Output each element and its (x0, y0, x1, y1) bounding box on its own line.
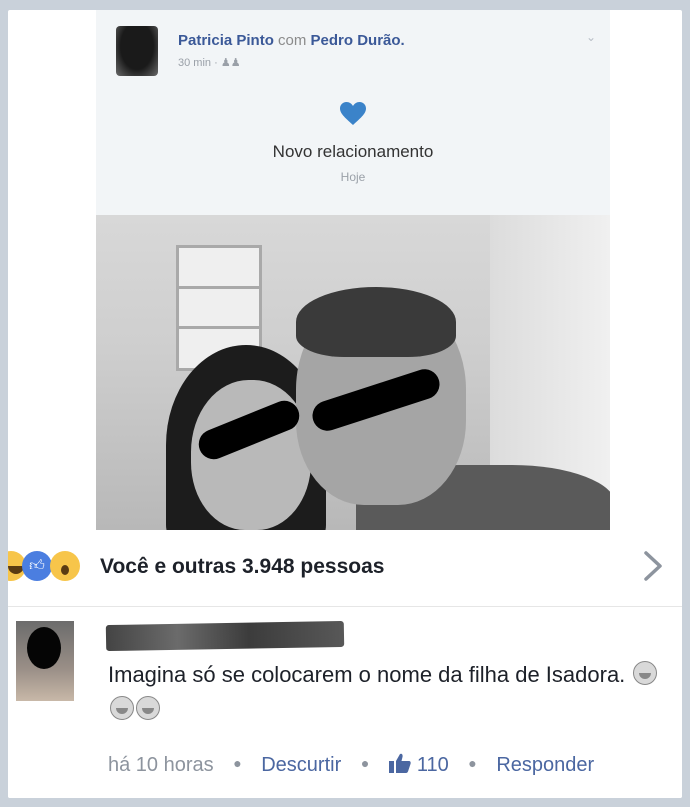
reactions-bar[interactable]: 👍︎ Você e outras 3.948 pessoas (8, 530, 682, 607)
dot-separator: ● (233, 755, 242, 771)
friends-icon: ♟♟ (220, 57, 241, 69)
life-event: Novo relacionamento Hoje (96, 102, 610, 184)
reactions-summary[interactable]: Você e outras 3.948 pessoas (100, 555, 384, 579)
screenshot-frame: Patricia Pinto com Pedro Durão. 30 min ·… (8, 10, 682, 798)
dot-separator: · (214, 57, 221, 69)
laughing-emoji-icon (136, 696, 160, 720)
reply-button[interactable]: Responder (496, 754, 594, 776)
comment-time: há 10 horas (108, 754, 214, 776)
laughing-emoji-icon (110, 696, 134, 720)
wow-icon (50, 551, 80, 581)
commenter-avatar[interactable] (16, 621, 74, 701)
comment-body: Imagina só se colocarem o nome da filha … (108, 662, 626, 687)
thumbs-up-icon (388, 753, 411, 773)
like-icon: 👍︎ (22, 551, 52, 581)
post-meta: 30 min · ♟♟ (178, 56, 241, 69)
dot-separator: ● (360, 755, 370, 771)
comment-text: Imagina só se colocarem o nome da filha … (108, 657, 668, 727)
post-header: Patricia Pinto com Pedro Durão. 30 min ·… (116, 18, 596, 78)
couple-photo[interactable] (96, 215, 610, 530)
comment: Imagina só se colocarem o nome da filha … (8, 607, 682, 798)
avatar-censor (27, 627, 61, 669)
commenter-name-redacted (105, 620, 345, 652)
post-tagged-name[interactable]: Pedro Durão. (311, 32, 405, 49)
post-author-name[interactable]: Patricia Pinto (178, 32, 274, 49)
post-author-avatar[interactable] (116, 26, 158, 76)
chevron-right-icon[interactable] (642, 550, 664, 582)
unlike-button[interactable]: Descurtir (261, 754, 341, 776)
comment-actions: há 10 horas ● Descurtir ● 110 ● Responde… (108, 753, 594, 777)
chevron-down-icon[interactable]: ⌄ (586, 30, 596, 44)
post-time: 30 min (178, 57, 212, 69)
event-date: Hoje (340, 170, 366, 184)
post-author-line: Patricia Pinto com Pedro Durão. (178, 32, 405, 49)
event-title: Novo relacionamento (272, 142, 434, 161)
laughing-emoji-icon (633, 661, 658, 685)
shared-post-screenshot: Patricia Pinto com Pedro Durão. 30 min ·… (96, 10, 610, 530)
comment-likes[interactable]: 110 (388, 753, 454, 776)
photo-man-hair (296, 287, 456, 357)
post-with-label: com (278, 32, 307, 49)
dot-separator: ● (468, 755, 477, 771)
heart-icon (340, 102, 366, 125)
comment-like-count: 110 (416, 754, 449, 776)
